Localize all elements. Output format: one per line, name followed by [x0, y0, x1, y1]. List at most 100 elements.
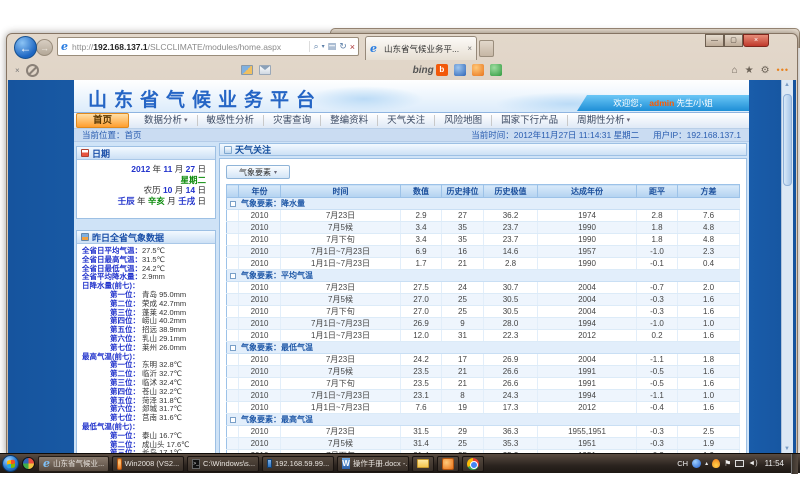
- table-row[interactable]: 20107月23日27.52430.72004-0.72.0: [227, 282, 740, 294]
- taskbar-clock[interactable]: 11:54: [765, 459, 784, 468]
- table-row[interactable]: 20107月下旬3.43523.719901.84.8: [227, 234, 740, 246]
- extension-icon-green[interactable]: [490, 64, 502, 76]
- element-filter-button[interactable]: 气象要素 ▾: [226, 165, 290, 179]
- browser-tab[interactable]: e 山东省气候业务平... ×: [365, 36, 477, 60]
- table-cell: 2004: [538, 354, 637, 366]
- nav-item-5[interactable]: 天气关注: [378, 115, 435, 126]
- tab-close-icon[interactable]: ×: [467, 44, 472, 53]
- system-tray: CH ▴ ⚑ ◄) 11:54: [677, 454, 798, 474]
- more-options-icon[interactable]: •••: [777, 65, 789, 75]
- nav-item-1[interactable]: 数据分析▾: [135, 115, 198, 126]
- table-row[interactable]: 20107月5候31.42535.31951-0.31.9: [227, 438, 740, 450]
- table-cell: 7月5候: [281, 366, 401, 378]
- table-row[interactable]: 20101月1日~7月23日1.7212.81990-0.10.4: [227, 258, 740, 270]
- checkbox[interactable]: [230, 201, 236, 207]
- antivirus-icon[interactable]: [692, 459, 701, 468]
- flame-icon[interactable]: [712, 459, 720, 468]
- table-cell: -1.0: [637, 318, 678, 330]
- scroll-down-icon[interactable]: ▼: [784, 446, 790, 452]
- flag-icon[interactable]: ⚑: [724, 459, 731, 468]
- table-row[interactable]: 20107月5候3.43523.719901.84.8: [227, 222, 740, 234]
- table-row[interactable]: 20101月1日~7月23日7.61917.32012-0.41.6: [227, 402, 740, 414]
- nav-item-8[interactable]: 周期性分析▾: [568, 115, 639, 126]
- explorer-taskbar-button[interactable]: [412, 456, 434, 472]
- taskbar-button-0[interactable]: e山东省气候业...: [38, 456, 109, 472]
- table-row[interactable]: 20107月1日~7月23日26.9928.01994-1.01.0: [227, 318, 740, 330]
- stop-icon[interactable]: ×: [350, 42, 355, 52]
- date-segment: 壬戌: [178, 196, 195, 206]
- taskbar-button-2[interactable]: >_C:\Windows\s...: [187, 456, 259, 472]
- chevron-down-icon[interactable]: ▾: [322, 43, 325, 50]
- row-indent-cell: [227, 366, 239, 378]
- bing-badge-icon: b: [436, 64, 448, 76]
- checkbox[interactable]: [230, 273, 236, 279]
- extension-icon-orange[interactable]: [472, 64, 484, 76]
- nav-item-4[interactable]: 整编资料: [321, 115, 378, 126]
- table-row[interactable]: 20107月5候23.52126.61991-0.51.6: [227, 366, 740, 378]
- refresh-icon[interactable]: ↻: [339, 41, 347, 52]
- table-row[interactable]: 20107月1日~7月23日23.1824.31994-1.11.0: [227, 390, 740, 402]
- start-button[interactable]: [2, 455, 19, 472]
- scrollbar[interactable]: ▲ ▼: [781, 80, 793, 454]
- table-cell: 12.0: [401, 330, 442, 342]
- extension-icon-blue[interactable]: [454, 64, 466, 76]
- snapshot-tool-icon[interactable]: [241, 65, 253, 75]
- minimize-button[interactable]: —: [705, 34, 724, 47]
- search-icon[interactable]: ⌕: [314, 41, 319, 52]
- nav-item-3[interactable]: 灾害查询: [264, 115, 321, 126]
- chevron-down-icon: ▾: [184, 115, 188, 126]
- group-title: 气象要素：最低气温: [239, 342, 740, 354]
- checkbox[interactable]: [230, 417, 236, 423]
- volume-icon[interactable]: ◄): [748, 460, 757, 467]
- chart-icon: [81, 233, 89, 241]
- page-title: 山东省气候业务平台: [88, 85, 322, 112]
- table-row[interactable]: 20101月1日~7月23日12.03122.320120.21.6: [227, 330, 740, 342]
- table-row[interactable]: 20107月下旬23.52126.61991-0.51.6: [227, 378, 740, 390]
- table-cell: 9: [442, 318, 484, 330]
- home-icon[interactable]: ⌂: [732, 65, 738, 76]
- show-desktop-button[interactable]: [791, 454, 798, 474]
- table-row[interactable]: 20107月23日24.21726.92004-1.11.8: [227, 354, 740, 366]
- back-button[interactable]: ←: [14, 36, 37, 59]
- bing-logo[interactable]: bing b: [413, 64, 448, 76]
- table-row[interactable]: 20107月5候27.02530.52004-0.31.6: [227, 294, 740, 306]
- table-row[interactable]: 20107月23日31.52936.31955,1951-0.32.5: [227, 426, 740, 438]
- language-indicator[interactable]: CH: [677, 459, 688, 468]
- toolbar-close-icon[interactable]: ×: [15, 66, 20, 75]
- table-row[interactable]: 20107月下旬27.02530.52004-0.31.6: [227, 306, 740, 318]
- gear-icon[interactable]: ⚙: [761, 65, 770, 76]
- address-bar[interactable]: e http://192.168.137.1/SLCCLIMATE/module…: [57, 37, 359, 56]
- rank-value: 莒南 31.6℃: [142, 414, 182, 423]
- nav-item-7[interactable]: 国家下行产品: [492, 115, 568, 126]
- forward-button[interactable]: →: [36, 39, 53, 56]
- chrome-icon: [467, 458, 479, 470]
- table-row[interactable]: 20107月23日2.92736.219742.87.6: [227, 210, 740, 222]
- table-cell: 26.6: [484, 366, 538, 378]
- table-cell: 2.0: [678, 282, 740, 294]
- page-icon[interactable]: ▤: [328, 41, 337, 52]
- star-icon[interactable]: ★: [745, 65, 754, 76]
- nav-item-2[interactable]: 敏感性分析: [198, 115, 265, 126]
- taskbar-button-1[interactable]: Win2008 (VS2...: [112, 456, 184, 472]
- table-row[interactable]: 20107月1日~7月23日6.91614.61957-1.02.3: [227, 246, 740, 258]
- maximize-button[interactable]: ▢: [724, 34, 743, 47]
- group-header-row: 气象要素：最低气温: [227, 342, 740, 354]
- nav-item-6[interactable]: 风险地图: [435, 115, 492, 126]
- ie-icon: e: [43, 457, 50, 470]
- blocked-content-icon[interactable]: [26, 64, 39, 77]
- app-taskbar-button[interactable]: [437, 456, 459, 472]
- mail-icon[interactable]: [259, 65, 271, 75]
- chrome-taskbar-button[interactable]: [462, 456, 484, 472]
- taskbar-button-3[interactable]: 192.168.59.99...: [262, 456, 334, 472]
- network-icon[interactable]: [735, 460, 744, 467]
- checkbox[interactable]: [230, 345, 236, 351]
- scroll-up-icon[interactable]: ▲: [784, 82, 790, 88]
- quick-launch-icon[interactable]: [22, 457, 35, 470]
- close-button[interactable]: ×: [743, 34, 769, 47]
- taskbar-button-4[interactable]: W操作手册.docx -...: [337, 456, 409, 472]
- scrollbar-thumb[interactable]: [783, 94, 792, 186]
- tray-expand-icon[interactable]: ▴: [705, 460, 708, 467]
- new-tab-button[interactable]: [479, 40, 494, 57]
- console-icon: >_: [192, 459, 200, 469]
- nav-item-0[interactable]: 首页: [76, 113, 129, 128]
